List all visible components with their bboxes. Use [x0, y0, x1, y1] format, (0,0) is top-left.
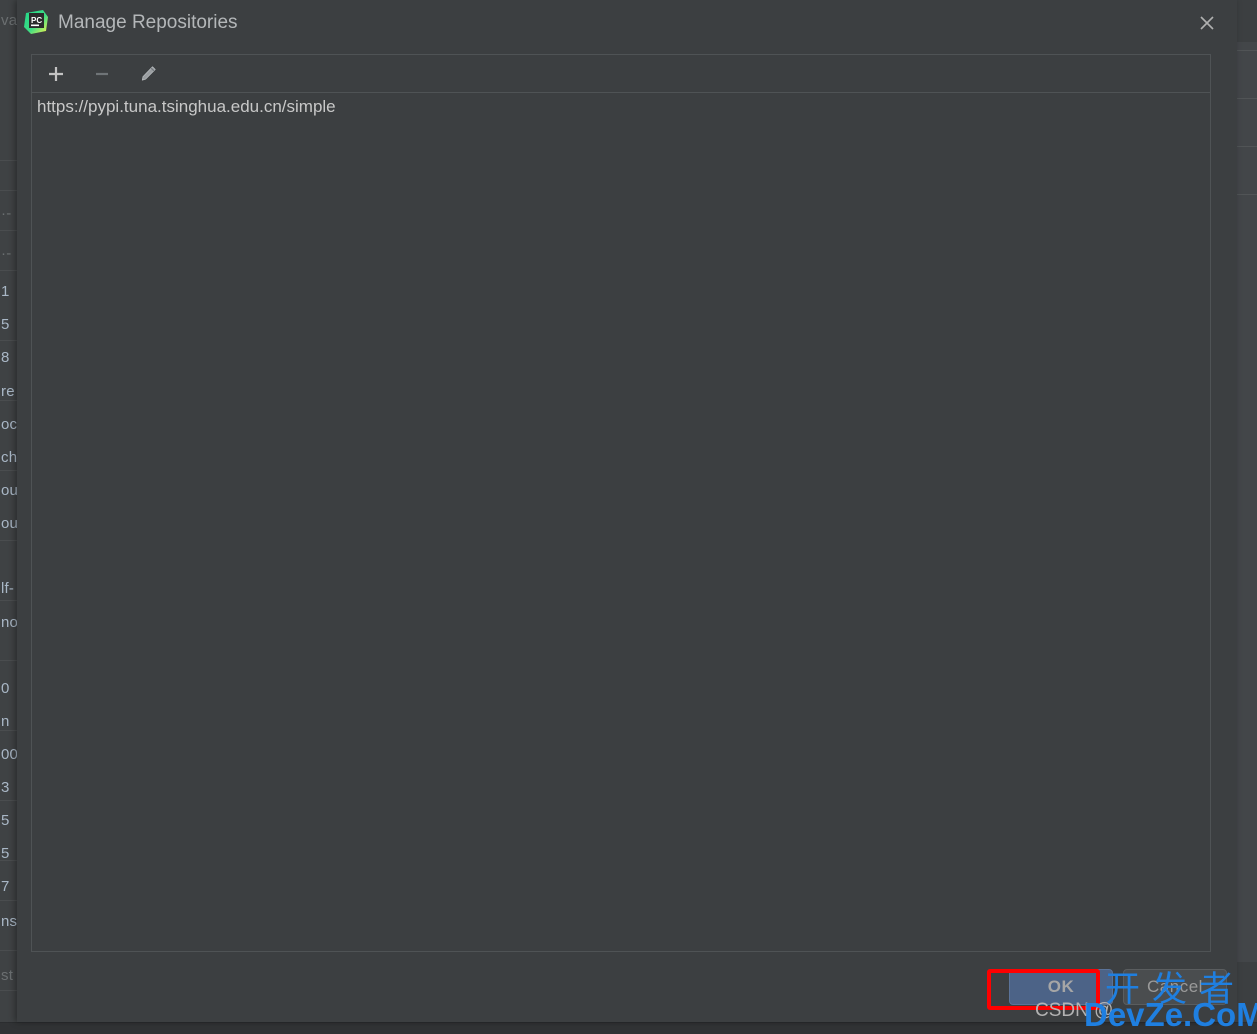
background-text-fragment: st — [1, 967, 13, 984]
background-text-fragment: va — [1, 12, 17, 29]
background-text-fragment: lf- — [1, 580, 14, 597]
background-row-separator — [0, 470, 17, 471]
background-text-fragment: ch — [1, 449, 17, 466]
background-text-fragment: 5 — [1, 845, 10, 862]
background-row-separator — [0, 990, 17, 991]
background-row-separator — [0, 270, 17, 271]
background-row-separator — [0, 540, 17, 541]
edit-repository-button[interactable] — [132, 59, 164, 89]
background-row-separator — [0, 190, 17, 191]
background-text-fragment: ou — [1, 482, 18, 499]
pycharm-logo-icon: PC — [23, 9, 49, 35]
background-row-separator — [0, 800, 17, 801]
dialog-title: Manage Repositories — [58, 10, 238, 36]
repository-list-item[interactable]: https://pypi.tuna.tsinghua.edu.cn/simple — [32, 93, 1210, 121]
background-row-separator — [0, 230, 17, 231]
add-repository-button[interactable] — [40, 59, 72, 89]
background-text-fragment: 00 — [1, 746, 18, 763]
background-text-fragment: 5 — [1, 316, 10, 333]
svg-text:PC: PC — [31, 16, 42, 25]
ok-button[interactable]: OK — [1009, 969, 1113, 1005]
background-text-fragment: 7 — [1, 878, 10, 895]
background-row-separator — [0, 660, 17, 661]
background-row-separator — [0, 950, 17, 951]
close-icon[interactable] — [1185, 3, 1229, 43]
background-row-separator — [1237, 146, 1257, 147]
remove-repository-button[interactable] — [86, 59, 118, 89]
background-text-fragment: ·- — [1, 205, 11, 222]
background-text-fragment: ou — [1, 515, 18, 532]
background-text-fragment: oc — [1, 416, 17, 433]
background-row-separator — [0, 400, 17, 401]
background-right-panel — [1237, 42, 1257, 962]
background-text-fragment: 0 — [1, 680, 10, 697]
dialog-footer: OK Cancel — [17, 960, 1237, 1022]
background-row-separator — [0, 730, 17, 731]
background-text-fragment: ns — [1, 913, 17, 930]
manage-repositories-dialog: PC Manage Repositories — [17, 0, 1237, 1022]
background-text-fragment: n — [1, 713, 10, 730]
background-row-separator — [0, 600, 17, 601]
background-row-separator — [1237, 194, 1257, 195]
repository-list[interactable]: https://pypi.tuna.tsinghua.edu.cn/simple — [31, 92, 1211, 952]
dialog-button-row: OK Cancel — [1009, 969, 1227, 1005]
cancel-button[interactable]: Cancel — [1123, 969, 1227, 1005]
background-package-list-gutter: va ·- ·- 1 5 8 re oc ch ou ou lf-no 0 n 00 3 5 5 7 ns st — [0, 0, 18, 1022]
background-row-separator — [1237, 50, 1257, 51]
background-text-fragment: 8 — [1, 349, 10, 366]
dialog-titlebar: PC Manage Repositories — [17, 0, 1237, 46]
background-row-separator — [0, 340, 17, 341]
background-row-separator — [0, 900, 17, 901]
background-text-fragment: 1 — [1, 283, 10, 300]
background-row-separator — [0, 160, 17, 161]
background-text-fragment: re — [1, 383, 15, 400]
background-text-fragment: no — [1, 614, 18, 631]
background-text-fragment: ·- — [1, 245, 11, 262]
background-status-bar — [0, 1022, 1257, 1034]
background-text-fragment: 5 — [1, 812, 10, 829]
repository-toolbar — [31, 54, 1211, 92]
background-row-separator — [1237, 98, 1257, 99]
background-text-fragment: 3 — [1, 779, 10, 796]
